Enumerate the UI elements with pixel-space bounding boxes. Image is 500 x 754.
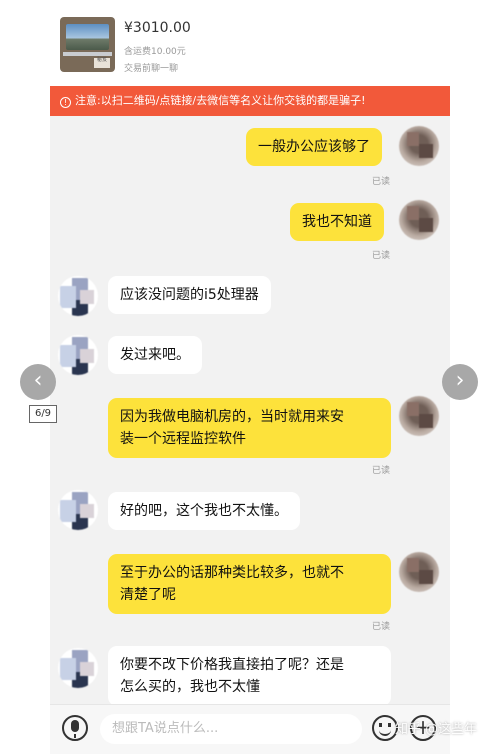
read-receipt: 已读 [372,177,391,187]
message-bubble-received[interactable]: 发过来吧。 [108,336,202,374]
next-image-button[interactable]: › [442,364,478,400]
message-bubble-sent[interactable]: 因为我做电脑机房的，当时就用来安 装一个远程监控软件 [108,398,391,458]
watermark: 知乎 @这些年 [395,722,478,737]
message-line: 装一个远程监控软件 [120,431,246,447]
contact-avatar[interactable] [58,335,98,375]
contact-avatar[interactable] [58,490,98,530]
my-avatar[interactable] [399,552,439,592]
chat-input-bar: 想跟TA说点什么... + [50,704,450,754]
fraud-warning-bar: ! 注意:以扫二维码/点链接/去微信等名义让你交钱的都是骗子! [50,86,450,116]
message-line: 怎么买的，我也不太懂 [120,679,260,695]
message-bubble-received[interactable]: 你要不改下价格我直接拍了呢？还是 怎么买的，我也不太懂 [108,646,391,706]
shipping-info: 含运费10.00元 [124,47,186,57]
microphone-icon[interactable] [62,715,88,741]
message-line: 至于办公的话那种类比较多，也就不 [120,565,344,581]
message-bubble-received[interactable]: 应该没问题的i5处理器 [108,276,271,314]
my-avatar[interactable] [399,200,439,240]
my-avatar[interactable] [399,126,439,166]
laptop-screen-image [66,24,109,50]
image-counter: 6/9 [29,405,57,423]
message-bubble-received[interactable]: 好的吧，这个我也不太懂。 [108,492,300,530]
contact-avatar[interactable] [58,276,98,316]
thumbnail-tag: 秘笈 [94,58,110,68]
read-receipt: 已读 [372,622,391,632]
message-bubble-sent[interactable]: 我也不知道 [290,203,384,241]
product-price: ¥3010.00 [124,20,191,36]
message-line: 清楚了呢 [120,587,176,603]
message-line: 因为我做电脑机房的，当时就用来安 [120,409,344,425]
trade-note: 交易前聊一聊 [124,64,179,74]
previous-image-button[interactable]: ‹ [20,364,56,400]
read-receipt: 已读 [372,466,391,476]
message-input[interactable]: 想跟TA说点什么... [100,714,362,744]
warning-text: 注意:以扫二维码/点链接/去微信等名义让你交钱的都是骗子! [75,94,366,107]
my-avatar[interactable] [399,396,439,436]
message-line: 你要不改下价格我直接拍了呢？还是 [120,657,344,673]
message-bubble-sent[interactable]: 一般办公应该够了 [246,128,382,166]
read-receipt: 已读 [372,251,391,261]
product-thumbnail[interactable]: 秘笈 [60,17,115,72]
product-card[interactable]: 秘笈 ¥3010.00 含运费10.00元 交易前聊一聊 [50,0,450,86]
contact-avatar[interactable] [58,648,98,688]
chat-screen: 秘笈 ¥3010.00 含运费10.00元 交易前聊一聊 ! 注意:以扫二维码/点… [50,0,450,754]
laptop-base-image [63,52,112,56]
warning-icon: ! [60,97,71,108]
message-bubble-sent[interactable]: 至于办公的话那种类比较多，也就不 清楚了呢 [108,554,391,614]
